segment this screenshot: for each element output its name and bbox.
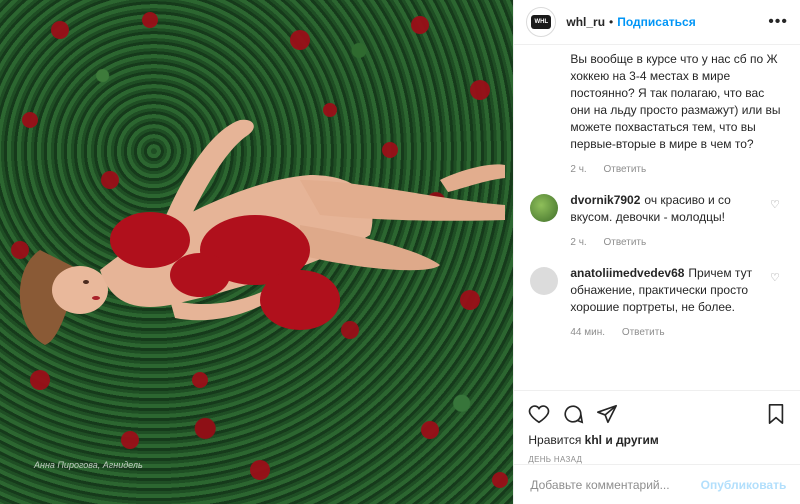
add-comment-bar: Опубликовать [514, 464, 800, 504]
add-comment-input[interactable] [528, 476, 701, 493]
comment-username[interactable]: anatoliimedvedev68 [570, 266, 684, 280]
post-date[interactable]: ДЕНЬ НАЗАД [528, 455, 786, 464]
username-link[interactable]: whl_ru [566, 15, 605, 29]
heart-icon[interactable] [528, 403, 550, 425]
avatar[interactable]: WHL [526, 7, 557, 37]
more-dots-icon[interactable]: ••• [768, 13, 788, 31]
like-comment-heart-icon[interactable]: ♡ [770, 198, 784, 251]
photo-credit: Анна Пирогова, Агнидель [34, 460, 143, 470]
comment-body: anatoliimedvedev68 Причем тут обнажение, … [570, 265, 764, 341]
avatar-logo: WHL [531, 15, 552, 29]
comment-item: Вы вообще в курсе что у нас сб по Ж хокк… [530, 51, 784, 178]
comment-icon[interactable] [562, 403, 584, 425]
comments-list: Вы вообще в курсе что у нас сб по Ж хокк… [514, 45, 800, 390]
comment-username[interactable]: dvornik7902 [570, 193, 640, 207]
likes-suffix[interactable]: и другим [605, 433, 658, 447]
reply-button[interactable]: Ответить [622, 327, 665, 338]
comment-time[interactable]: 2 ч. [570, 164, 586, 175]
comment-time[interactable]: 44 мин. [570, 327, 605, 338]
comment-item: dvornik7902 оч красиво и со вкусом. девоч… [530, 192, 784, 251]
comment-meta: 2 ч. Ответить [570, 161, 784, 178]
like-comment-heart-icon[interactable]: ♡ [770, 271, 784, 341]
comment-avatar[interactable] [530, 267, 559, 295]
photo-illustration [11, 12, 508, 488]
likes-prefix: Нравится [528, 433, 582, 447]
post-header: WHL whl_ru • Подписаться ••• [514, 0, 800, 45]
comment-time[interactable]: 2 ч. [570, 237, 586, 248]
comment-item: anatoliimedvedev68 Причем тут обнажение, … [530, 265, 784, 341]
follow-button[interactable]: Подписаться [617, 15, 695, 29]
separator-dot: • [609, 15, 614, 29]
action-icons [528, 397, 786, 431]
comment-body: dvornik7902 оч красиво и со вкусом. девоч… [570, 192, 764, 251]
comment-meta: 44 мин. Ответить [570, 324, 764, 341]
reply-button[interactable]: Ответить [603, 164, 646, 175]
comment-text: Вы вообще в курсе что у нас сб по Ж хокк… [570, 52, 781, 151]
share-icon[interactable] [596, 403, 618, 425]
comment-meta: 2 ч. Ответить [570, 234, 764, 251]
post-actions: Нравится khl и другим ДЕНЬ НАЗАД [514, 390, 800, 464]
post-dialog: Анна Пирогова, Агнидель WHL whl_ru • Под… [0, 0, 800, 504]
likes-user[interactable]: khl [585, 433, 602, 447]
post-photo[interactable]: Анна Пирогова, Агнидель [0, 0, 514, 504]
publish-button[interactable]: Опубликовать [701, 478, 787, 492]
post-sidebar: WHL whl_ru • Подписаться ••• Вы вообще в… [513, 0, 800, 504]
comment-avatar[interactable] [530, 194, 559, 222]
bookmark-icon[interactable] [766, 403, 786, 425]
likes-summary[interactable]: Нравится khl и другим [528, 433, 786, 447]
comment-body: Вы вообще в курсе что у нас сб по Ж хокк… [570, 51, 784, 178]
reply-button[interactable]: Ответить [603, 237, 646, 248]
